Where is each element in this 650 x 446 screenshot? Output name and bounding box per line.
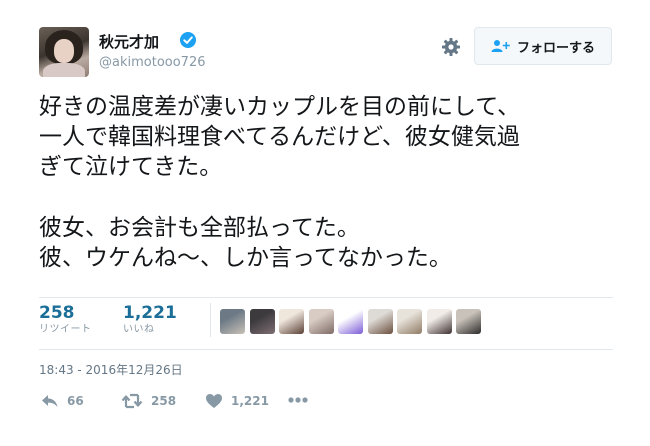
follow-button-label: フォローする: [516, 40, 595, 56]
user-handle[interactable]: @akimotooo726: [99, 55, 206, 70]
liker-avatar-9[interactable]: [456, 309, 481, 334]
verified-badge-icon: [180, 32, 196, 48]
gear-icon[interactable]: [441, 37, 461, 57]
tweet-text: 好きの温度差が凄いカップルを目の前にして、 一人で韓国料理食べてるんだけど、彼女…: [39, 92, 619, 273]
liker-avatar-8[interactable]: [426, 309, 452, 334]
like-action-count: 1,221: [231, 394, 269, 408]
tweet-card: 秋元才加 @akimotooo726 フォローする 好きの温度差が凄いカップルを: [0, 0, 650, 446]
tweet-timestamp[interactable]: 18:43 - 2016年12月26日: [39, 361, 183, 378]
liker-avatar-7[interactable]: [397, 309, 422, 334]
display-name[interactable]: 秋元才加: [99, 31, 159, 52]
retweet-stat[interactable]: 258 リツイート: [39, 303, 92, 337]
tweet-line: 一人で韓国料理食べてるんだけど、彼女健気過: [39, 124, 520, 150]
retweet-button[interactable]: 258: [121, 393, 176, 409]
tweet-line: ぎて泣けてきた。: [39, 154, 223, 180]
avatar-body: [43, 63, 85, 77]
liker-avatar-2[interactable]: [249, 309, 275, 334]
liker-avatar-1[interactable]: [220, 309, 245, 334]
stat-divider: [210, 303, 211, 337]
reply-count: 66: [67, 394, 84, 408]
reply-icon: [42, 395, 58, 407]
avatar[interactable]: [39, 27, 89, 77]
follow-user-icon: [491, 40, 510, 52]
tweet-line: 彼女、お会計も全部払ってた。: [39, 215, 360, 241]
follow-button[interactable]: フォローする: [474, 27, 612, 65]
like-label: いいね: [123, 324, 155, 335]
like-count: 1,221: [123, 303, 177, 323]
heart-icon: [206, 394, 222, 408]
retweet-count: 258: [39, 303, 75, 323]
more-icon[interactable]: [287, 396, 309, 404]
divider: [39, 297, 613, 298]
avatar-face: [54, 39, 74, 63]
like-button[interactable]: 1,221: [205, 393, 269, 409]
retweet-action-count: 258: [151, 394, 177, 408]
reply-button[interactable]: 66: [41, 393, 84, 409]
tweet-line: 彼、ウケんね〜、しか言ってなかった。: [39, 245, 452, 271]
retweet-label: リツイート: [39, 324, 92, 335]
like-stat[interactable]: 1,221 いいね: [123, 303, 177, 337]
liker-avatar-4[interactable]: [308, 309, 334, 334]
liker-avatar-3[interactable]: [279, 309, 304, 334]
liker-avatar-5[interactable]: [338, 309, 363, 334]
liker-avatar-6[interactable]: [367, 309, 393, 334]
tweet-line: 好きの温度差が凄いカップルを目の前にして、: [39, 94, 521, 120]
divider: [39, 349, 613, 350]
retweet-icon: [121, 393, 143, 409]
